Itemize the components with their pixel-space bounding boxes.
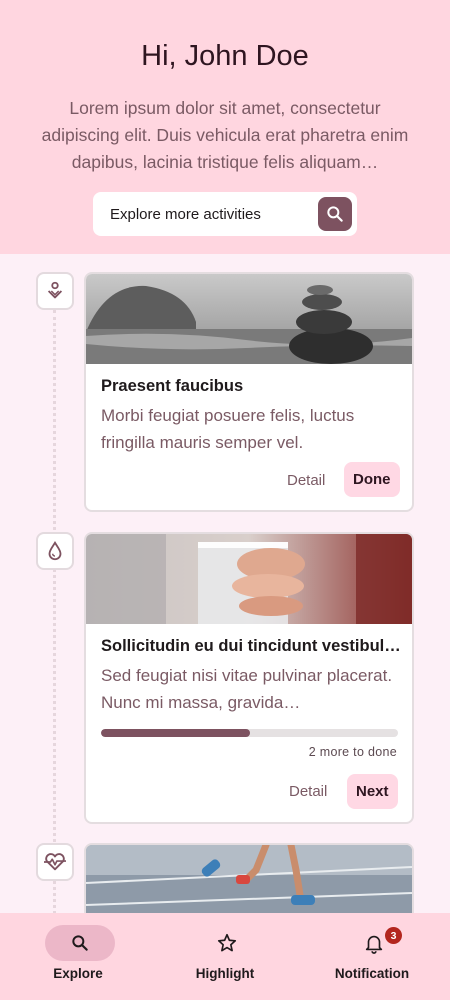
card-title: Praesent faucibus xyxy=(101,377,244,395)
notification-badge: 3 xyxy=(385,927,402,944)
timeline-step-icon-1 xyxy=(36,272,74,310)
greeting-title: Hi, John Doe xyxy=(141,40,309,72)
nav-label: Highlight xyxy=(195,966,255,981)
nav-label: Notification xyxy=(334,966,410,981)
nav-item-highlight[interactable]: Highlight xyxy=(150,913,300,1000)
progress-bar xyxy=(101,729,398,737)
search-button[interactable] xyxy=(318,197,352,231)
activity-card-2[interactable]: Sollicitudin eu dui tincidunt vestibul… … xyxy=(84,532,414,824)
explore-search-box[interactable]: Explore more activities xyxy=(93,192,357,236)
progress-text: 2 more to done xyxy=(308,745,397,759)
heart-person-icon xyxy=(47,281,63,299)
bell-icon xyxy=(365,935,383,954)
activity-card-1[interactable]: Praesent faucibus Morbi feugiat posuere … xyxy=(84,272,414,512)
detail-button[interactable]: Detail xyxy=(279,463,333,497)
next-button[interactable]: Next xyxy=(347,774,398,809)
star-icon xyxy=(217,933,237,952)
timeline-step-icon-3 xyxy=(36,843,74,881)
search-icon xyxy=(327,206,343,222)
progress-fill xyxy=(101,729,250,737)
nav-item-notification[interactable]: 3 Notification xyxy=(297,913,447,1000)
intro-text: Lorem ipsum dolor sit amet, consectetur … xyxy=(41,98,409,172)
card-description: Sed feugiat nisi vitae pulvinar placerat… xyxy=(101,666,393,712)
water-drop-icon xyxy=(48,540,62,561)
done-button[interactable]: Done xyxy=(344,462,400,497)
nav-label: Explore xyxy=(53,966,103,981)
search-icon xyxy=(72,935,88,951)
heartbeat-icon xyxy=(44,853,66,871)
nav-icon-holder xyxy=(192,925,262,961)
search-label: Explore more activities xyxy=(110,206,261,223)
bottom-navigation: Explore Highlight 3 Notification xyxy=(0,913,450,1000)
timeline-connector xyxy=(53,310,56,920)
header: Hi, John Doe Lorem ipsum dolor sit amet,… xyxy=(0,0,450,254)
nav-active-indicator xyxy=(45,925,115,961)
nav-item-explore[interactable]: Explore xyxy=(3,913,153,1000)
card-image-water-glass xyxy=(86,534,412,624)
card-image-stones xyxy=(86,274,412,364)
card-description: Morbi feugiat posuere felis, luctus frin… xyxy=(101,406,355,452)
detail-button[interactable]: Detail xyxy=(281,774,335,808)
timeline-step-icon-2 xyxy=(36,532,74,570)
card-title: Sollicitudin eu dui tincidunt vestibul… xyxy=(101,637,401,655)
